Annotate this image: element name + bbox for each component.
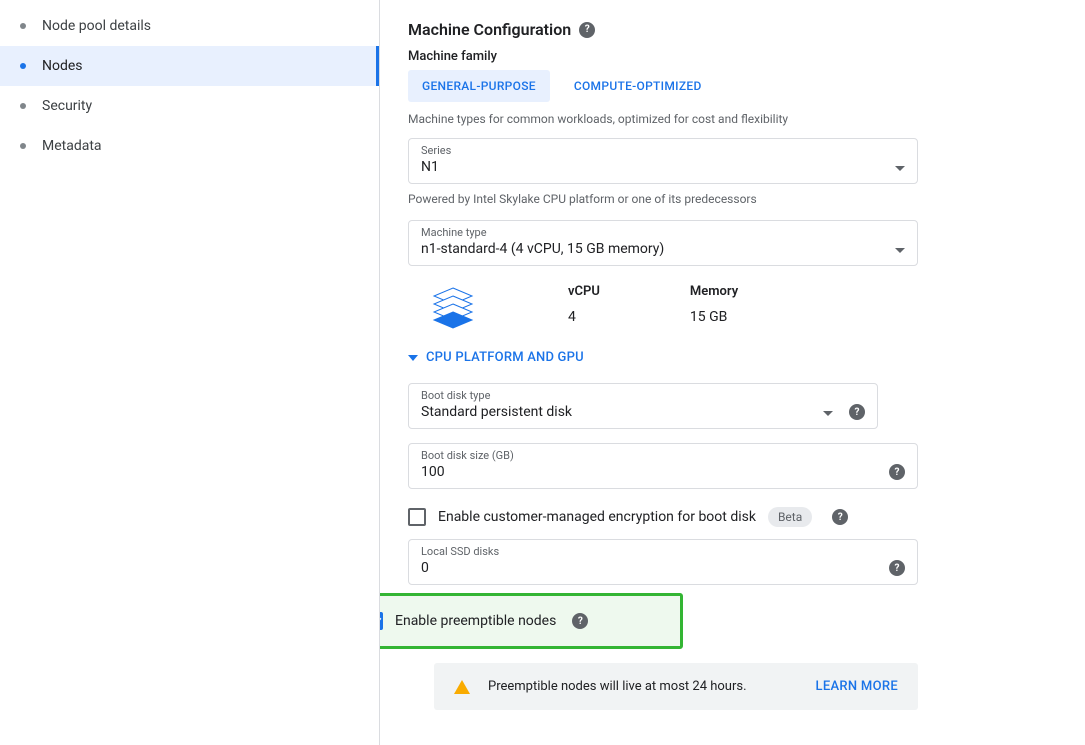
vcpu-summary: vCPU 4 [568, 284, 600, 325]
preemptible-row: Enable preemptible nodes ? [380, 612, 666, 630]
expander-label: CPU PLATFORM AND GPU [426, 350, 584, 365]
vcpu-value: 4 [568, 309, 600, 325]
machine-type-select[interactable]: Machine type n1-standard-4 (4 vCPU, 15 G… [408, 220, 918, 266]
machine-family-label: Machine family [408, 49, 1057, 64]
bullet-icon [20, 63, 26, 69]
memory-summary: Memory 15 GB [690, 284, 738, 325]
warning-icon [454, 680, 470, 694]
preemptible-label: Enable preemptible nodes [395, 613, 556, 629]
chevron-down-icon [823, 404, 833, 420]
help-icon[interactable]: ? [572, 613, 588, 629]
boot-disk-type-value: Standard persistent disk [421, 404, 823, 420]
sidebar: Node pool details Nodes Security Metadat… [0, 0, 380, 745]
beta-badge: Beta [768, 507, 812, 527]
local-ssd-value: 0 [421, 560, 881, 576]
chevron-down-icon [895, 159, 905, 175]
help-icon[interactable]: ? [889, 464, 905, 480]
series-field-value: N1 [421, 159, 895, 175]
help-icon[interactable]: ? [579, 22, 595, 38]
bullet-icon [20, 103, 26, 109]
machine-type-field-value: n1-standard-4 (4 vCPU, 15 GB memory) [421, 241, 895, 257]
bullet-icon [20, 23, 26, 29]
cmek-checkbox-row: Enable customer-managed encryption for b… [408, 507, 1057, 527]
boot-disk-type-select[interactable]: Boot disk type Standard persistent disk … [408, 383, 878, 429]
local-ssd-input[interactable]: Local SSD disks 0 ? [408, 539, 918, 585]
chevron-down-icon [408, 350, 418, 365]
main-content: Machine Configuration ? Machine family G… [380, 0, 1085, 745]
preemptible-highlight: Enable preemptible nodes ? [380, 593, 683, 649]
sidebar-item-nodes[interactable]: Nodes [0, 46, 379, 86]
cmek-label: Enable customer-managed encryption for b… [438, 509, 756, 525]
boot-disk-size-label: Boot disk size (GB) [421, 449, 514, 462]
series-select[interactable]: Series N1 [408, 138, 918, 184]
tab-compute-optimized[interactable]: COMPUTE-OPTIMIZED [560, 70, 716, 102]
boot-disk-type-label: Boot disk type [421, 389, 490, 402]
tab-general-purpose[interactable]: GENERAL-PURPOSE [408, 70, 550, 102]
sidebar-item-node-pool-details[interactable]: Node pool details [0, 6, 379, 46]
boot-disk-size-value: 100 [421, 464, 881, 480]
sidebar-item-metadata[interactable]: Metadata [0, 126, 379, 166]
sidebar-item-label: Nodes [42, 58, 83, 74]
sidebar-item-label: Security [42, 98, 92, 114]
machine-type-field-label: Machine type [421, 226, 487, 239]
preemptible-info-text: Preemptible nodes will live at most 24 h… [488, 679, 798, 694]
boot-disk-size-input[interactable]: Boot disk size (GB) 100 ? [408, 443, 918, 489]
section-title: Machine Configuration [408, 20, 571, 39]
cmek-checkbox[interactable] [408, 508, 426, 526]
layers-icon [428, 284, 478, 334]
machine-family-tabs: GENERAL-PURPOSE COMPUTE-OPTIMIZED [408, 70, 1057, 102]
help-icon[interactable]: ? [889, 560, 905, 576]
series-field-label: Series [421, 144, 451, 157]
section-title-row: Machine Configuration ? [408, 20, 1057, 39]
sidebar-item-security[interactable]: Security [0, 86, 379, 126]
sidebar-item-label: Node pool details [42, 18, 151, 34]
chevron-down-icon [895, 241, 905, 257]
sidebar-item-label: Metadata [42, 138, 102, 154]
machine-summary: vCPU 4 Memory 15 GB [428, 284, 1057, 334]
vcpu-label: vCPU [568, 284, 600, 299]
cpu-gpu-expander[interactable]: CPU PLATFORM AND GPU [408, 350, 1057, 365]
memory-label: Memory [690, 284, 738, 299]
help-icon[interactable]: ? [832, 509, 848, 525]
bullet-icon [20, 143, 26, 149]
learn-more-link[interactable]: LEARN MORE [816, 679, 898, 694]
machine-family-hint: Machine types for common workloads, opti… [408, 112, 1057, 126]
local-ssd-label: Local SSD disks [421, 545, 499, 558]
preemptible-info-bar: Preemptible nodes will live at most 24 h… [434, 663, 918, 710]
series-hint: Powered by Intel Skylake CPU platform or… [408, 192, 918, 206]
preemptible-checkbox[interactable] [380, 612, 383, 630]
help-icon[interactable]: ? [849, 404, 865, 420]
memory-value: 15 GB [690, 309, 738, 325]
